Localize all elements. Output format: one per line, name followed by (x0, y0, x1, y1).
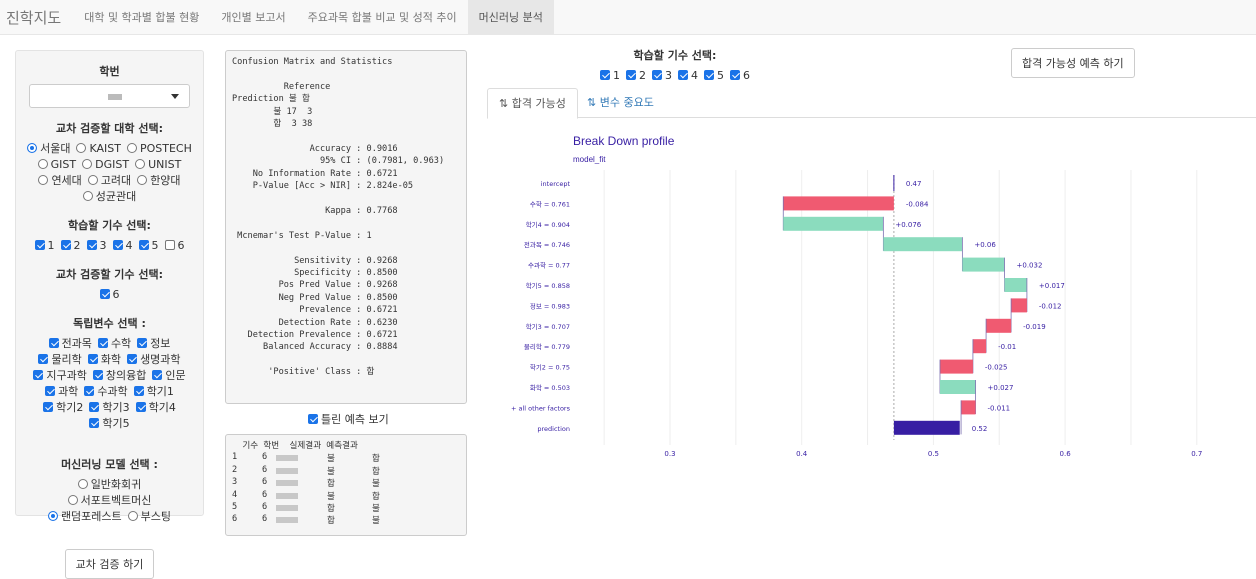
contribution-bar (883, 237, 963, 252)
cross-validate-button[interactable]: 교차 검증 하기 (64, 549, 155, 579)
x-tick-label: 0.7 (1191, 450, 1202, 458)
row-label: 학기3 = 0.707 (526, 322, 570, 331)
bar-value-label: +0.017 (1039, 282, 1065, 290)
bar-value-label: -0.025 (985, 364, 1008, 372)
contribution-bar (783, 216, 884, 231)
row-label: intercept (541, 180, 571, 188)
row-label: 학기5 = 0.858 (526, 281, 570, 290)
contribution-bar (1011, 298, 1027, 313)
contribution-bar (939, 359, 973, 374)
row-label: 학기2 = 0.75 (530, 363, 570, 372)
bar-value-label: -0.084 (906, 200, 929, 208)
contribution-bar (962, 257, 1005, 272)
bar-value-label: -0.01 (998, 343, 1016, 351)
x-tick-label: 0.3 (664, 450, 675, 458)
x-tick-label: 0.4 (796, 450, 808, 458)
bar-value-label: 0.47 (906, 180, 922, 188)
bar-value-label: -0.019 (1023, 323, 1046, 331)
row-label: 수학 = 0.761 (530, 199, 570, 208)
row-label: 전과목 = 0.746 (524, 240, 570, 249)
row-label: 화학 = 0.503 (530, 383, 570, 392)
chart-title: Break Down profile (573, 134, 675, 148)
bar-value-label: +0.06 (974, 241, 996, 249)
row-label: + all other factors (511, 404, 571, 412)
bar-value-label: +0.076 (895, 221, 921, 229)
row-label: prediction (537, 425, 570, 433)
contribution-bar (939, 380, 976, 394)
bar-value-label: -0.012 (1039, 302, 1062, 310)
break-down-chart: Break Down profile model_fit 0.3 0.4 0.5 0.6 0… (511, 134, 1202, 458)
bar-value-label: +0.032 (1017, 262, 1043, 270)
bar-value-label: -0.011 (988, 404, 1011, 412)
contribution-bar (783, 196, 894, 211)
row-label: 수과학 = 0.77 (528, 261, 570, 270)
row-label: 물리학 = 0.779 (524, 342, 570, 351)
contribution-bar (961, 400, 976, 415)
contribution-bar (972, 339, 987, 354)
contribution-bar (1004, 278, 1027, 292)
x-tick-label: 0.6 (1060, 450, 1072, 458)
bar-value-label: 0.52 (972, 425, 988, 433)
row-label: 정보 = 0.983 (530, 301, 570, 310)
x-tick-label: 0.5 (928, 450, 939, 458)
prediction-bar (893, 420, 960, 435)
chart-subtitle: model_fit (573, 155, 606, 164)
row-label: 학기4 = 0.904 (526, 220, 570, 229)
bar-value-label: +0.027 (988, 384, 1014, 392)
contribution-bar (986, 318, 1012, 333)
